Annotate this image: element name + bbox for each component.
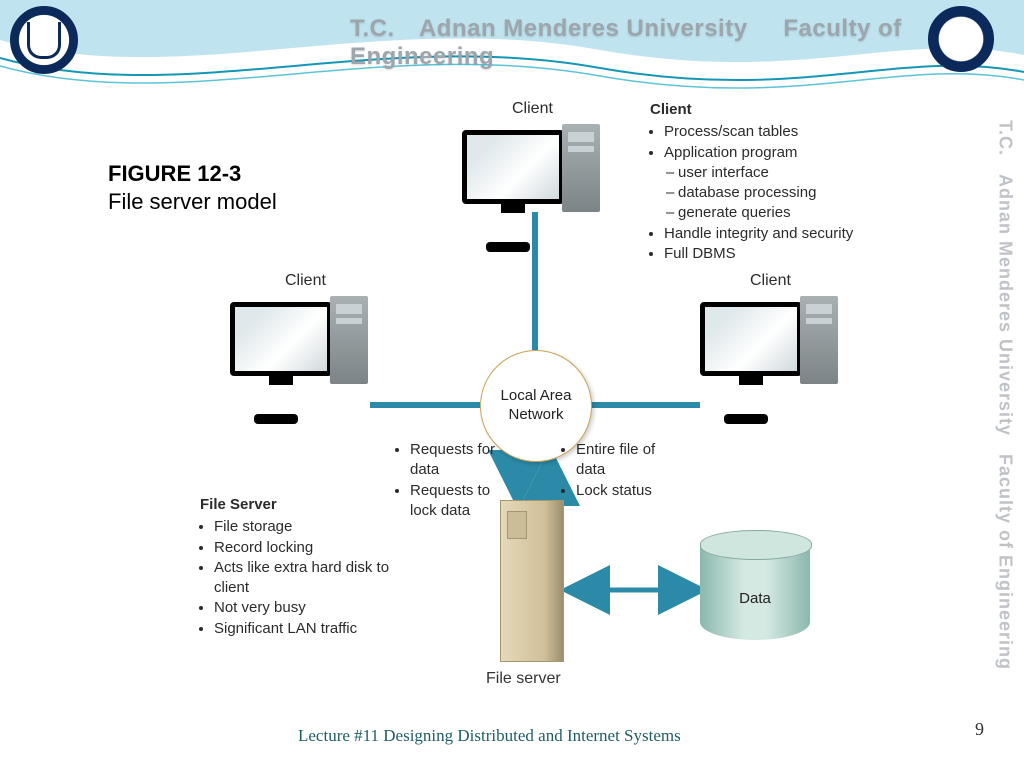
header-univ: Adnan Menderes University	[419, 15, 748, 42]
file-server-icon	[500, 500, 564, 662]
client-computer-icon	[462, 118, 612, 228]
diagram: Client Client Client Local Area Network …	[200, 100, 900, 680]
university-logo-icon	[10, 6, 78, 74]
response-labels: Entire file of data Lock status	[562, 440, 672, 501]
file-server-label: File server	[486, 670, 561, 688]
client-label-top: Client	[512, 100, 553, 118]
header-banner: T.C. Adnan Menderes University Faculty o…	[0, 0, 1024, 90]
slide: T.C. Adnan Menderes University Faculty o…	[0, 0, 1024, 768]
page-number: 9	[975, 719, 984, 740]
side-watermark: T.C. Adnan Menderes University Faculty o…	[992, 120, 1018, 740]
client-computer-icon	[230, 290, 380, 400]
requests-labels: Requests for data Requests to lock data	[396, 440, 506, 521]
header-tc: T.C.	[350, 15, 395, 42]
client-label-right: Client	[750, 272, 791, 290]
client-computer-icon	[700, 290, 850, 400]
faculty-logo-icon	[928, 6, 994, 72]
fileserver-description: File Server File storage Record locking …	[200, 495, 400, 639]
client-label-left: Client	[285, 272, 326, 290]
header-title: T.C. Adnan Menderes University Faculty o…	[350, 15, 1024, 71]
footer-lecture-title: Lecture #11 Designing Distributed and In…	[298, 725, 681, 746]
data-label: Data	[700, 590, 810, 607]
client-description: Client Process/scan tables Application p…	[650, 100, 870, 264]
data-cylinder-icon: Data	[700, 530, 810, 650]
